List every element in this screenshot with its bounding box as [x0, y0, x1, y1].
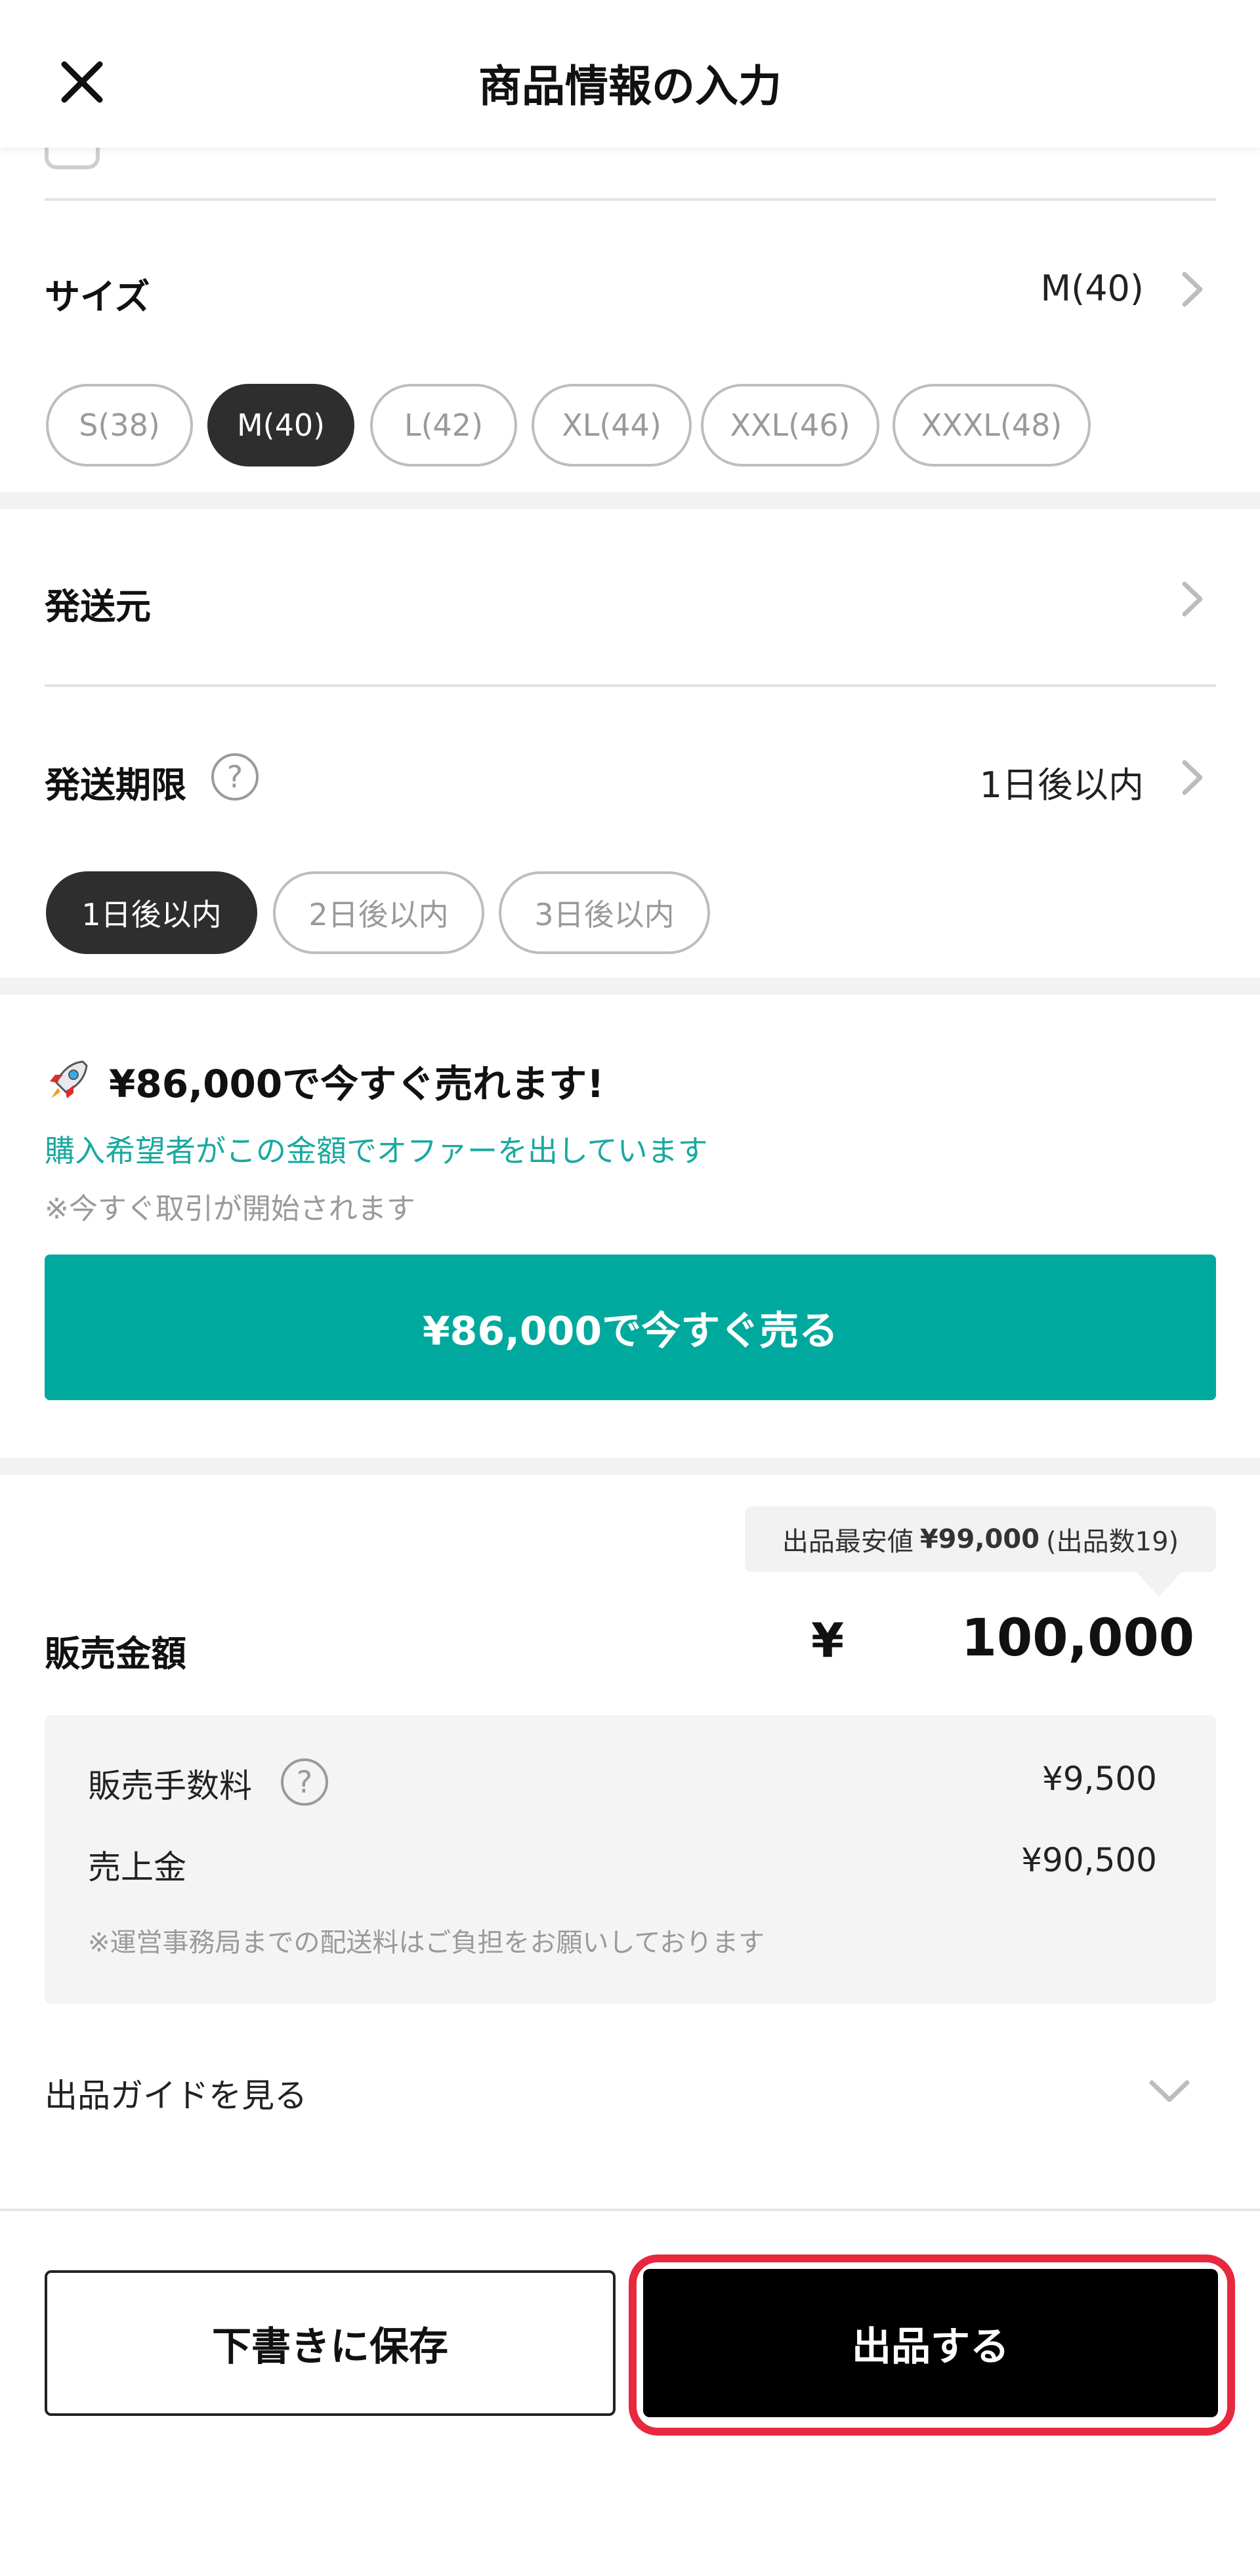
chevron-right-icon	[1177, 580, 1208, 618]
chevron-right-icon	[1177, 758, 1208, 797]
deadline-option-3days[interactable]: 3日後以内	[499, 871, 710, 954]
offer-title: ¥86,000で今すぐ売れます!	[45, 1053, 604, 1108]
size-option-m40[interactable]: M(40)	[207, 384, 354, 467]
fee-value: ¥9,500	[1042, 1760, 1157, 1798]
help-icon[interactable]: ?	[281, 1758, 328, 1806]
listing-guide-toggle[interactable]: 出品ガイドを見る	[45, 2066, 1216, 2118]
tooltip-tail	[1135, 1571, 1183, 1597]
ship-from-label: 発送元	[45, 586, 151, 627]
fee-breakdown: 販売手数料 ? ¥9,500 売上金 ¥90,500 ※運営事務局までの配送料は…	[45, 1715, 1216, 2004]
chevron-down-icon	[1146, 2071, 1192, 2110]
section-separator	[0, 492, 1260, 509]
divider	[45, 684, 1216, 687]
offer-subtitle: 購入希望者がこの金額でオファーを出しています	[45, 1133, 708, 1169]
sale-price-input[interactable]	[879, 1609, 1194, 1668]
shipping-note: ※運営事務局までの配送料はご負担をお願いしております	[88, 1928, 765, 1958]
size-option-l42[interactable]: L(42)	[370, 384, 517, 467]
footer-divider	[0, 2209, 1260, 2211]
size-row[interactable]: サイズ M(40)	[45, 262, 1216, 318]
ship-from-row[interactable]: 発送元	[45, 572, 1216, 627]
section-separator	[0, 978, 1260, 995]
sale-price-label: 販売金額	[45, 1633, 186, 1674]
help-icon[interactable]: ?	[211, 753, 259, 800]
section-separator	[0, 1458, 1260, 1475]
save-draft-button[interactable]: 下書きに保存	[45, 2270, 616, 2416]
sell-now-button[interactable]: ¥86,000で今すぐ売る	[45, 1255, 1216, 1400]
chevron-right-icon	[1177, 270, 1208, 308]
size-option-xl44[interactable]: XL(44)	[532, 384, 692, 467]
tooltip-price: ¥99,000	[919, 1524, 1040, 1554]
offer-note: ※今すぐ取引が開始されます	[45, 1192, 415, 1226]
size-option-xxl46[interactable]: XXL(46)	[701, 384, 879, 467]
ship-deadline-row[interactable]: 発送期限 ? 1日後以内	[45, 751, 1216, 806]
guide-label: 出品ガイドを見る	[45, 2077, 307, 2115]
tooltip-suffix: (出品数19)	[1046, 1527, 1179, 1557]
deadline-option-2days[interactable]: 2日後以内	[273, 871, 484, 954]
offer-title-text: ¥86,000で今すぐ売れます!	[109, 1062, 604, 1106]
size-label: サイズ	[45, 276, 150, 318]
proceeds-value: ¥90,500	[1021, 1841, 1157, 1879]
rocket-icon	[50, 1060, 88, 1098]
submit-listing-button[interactable]: 出品する	[643, 2269, 1218, 2417]
page-title: 商品情報の入力	[478, 61, 782, 112]
size-option-xxxl48[interactable]: XXXL(48)	[892, 384, 1091, 467]
deadline-option-1day[interactable]: 1日後以内	[46, 871, 257, 954]
currency-symbol: ¥	[811, 1613, 845, 1668]
fee-label: 販売手数料	[88, 1767, 252, 1805]
ship-deadline-value: 1日後以内	[979, 764, 1144, 806]
ship-deadline-label: 発送期限	[45, 764, 186, 806]
proceeds-label: 売上金	[88, 1848, 186, 1886]
lowest-price-tooltip: 出品最安値 ¥99,000 (出品数19)	[745, 1506, 1216, 1572]
size-option-s38[interactable]: S(38)	[46, 384, 193, 467]
app-header: 商品情報の入力	[0, 0, 1260, 148]
size-value: M(40)	[1040, 268, 1144, 309]
tooltip-prefix: 出品最安値	[782, 1527, 914, 1557]
